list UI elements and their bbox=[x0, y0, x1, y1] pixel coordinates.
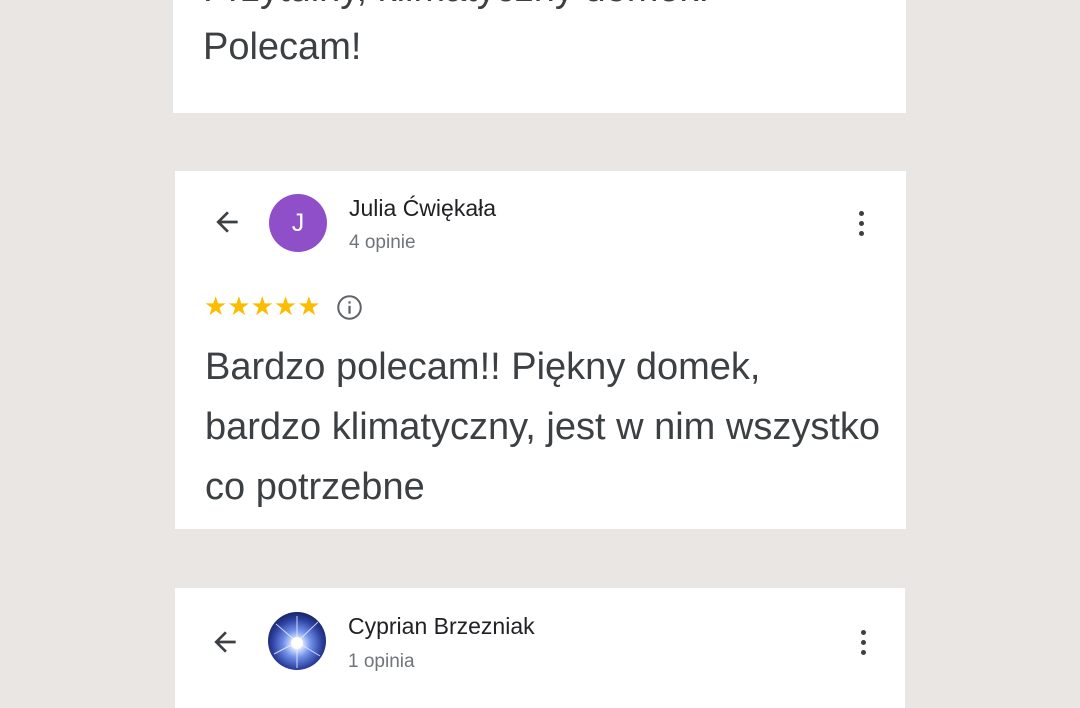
review-text-line-2: Polecam! bbox=[203, 26, 362, 68]
review-card-partial-top: Przytulny, klimatyczny domek. Polecam! bbox=[173, 0, 906, 113]
avatar[interactable]: J bbox=[269, 194, 327, 252]
review-text: Przytulny, klimatyczny domek. Polecam! bbox=[203, 0, 709, 76]
more-vert-icon bbox=[860, 629, 866, 635]
arrow-left-icon bbox=[216, 211, 238, 233]
arrow-left-icon bbox=[214, 631, 236, 653]
reviewer-review-count: 4 opinie bbox=[349, 232, 416, 253]
reviewer-name[interactable]: Cyprian Brzezniak bbox=[348, 613, 535, 640]
review-text-line-1: Przytulny, klimatyczny domek. bbox=[203, 0, 709, 10]
more-vert-icon bbox=[858, 210, 864, 216]
star-rating: ★★★★★ bbox=[204, 292, 321, 322]
avatar[interactable] bbox=[268, 612, 326, 670]
review-card: J Julia Ćwiękała 4 opinie ★★★★★ Bardzo p… bbox=[175, 171, 906, 529]
more-options-button[interactable] bbox=[848, 622, 878, 662]
avatar-letter: J bbox=[291, 208, 305, 237]
reviewer-name[interactable]: Julia Ćwiękała bbox=[349, 195, 496, 222]
review-card: Cyprian Brzezniak 1 opinia bbox=[175, 588, 905, 708]
info-icon[interactable] bbox=[336, 294, 363, 321]
back-button[interactable] bbox=[207, 202, 247, 242]
back-button[interactable] bbox=[205, 622, 245, 662]
avatar-photo-icon bbox=[273, 616, 321, 668]
review-text: Bardzo polecam!! Piękny domek, bardzo kl… bbox=[205, 346, 881, 508]
reviewer-review-count: 1 opinia bbox=[348, 651, 415, 672]
more-options-button[interactable] bbox=[846, 203, 876, 243]
